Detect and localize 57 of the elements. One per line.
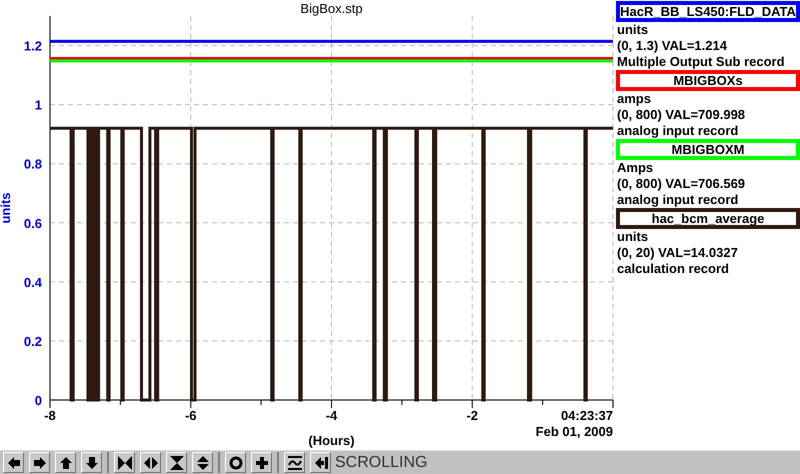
legend-value: (0, 20) VAL=14.0327 bbox=[616, 245, 739, 261]
legend-units: units bbox=[616, 229, 650, 245]
y-tick-label: 0.6 bbox=[24, 216, 42, 231]
down-icon bbox=[84, 454, 100, 470]
right-icon bbox=[32, 454, 48, 470]
y-tick-label: 0.2 bbox=[24, 334, 42, 349]
legend-record-type: analog input record bbox=[616, 192, 740, 208]
legend-units: Amps bbox=[616, 160, 654, 176]
wave-button[interactable] bbox=[284, 452, 305, 473]
up-icon bbox=[58, 454, 74, 470]
left-button[interactable] bbox=[3, 452, 24, 473]
status-text: SCROLLING bbox=[335, 452, 428, 472]
chart-title: BigBox.stp bbox=[300, 1, 363, 16]
y-tick-label: 0.4 bbox=[24, 274, 42, 290]
y-tick-label: 0 bbox=[34, 393, 42, 408]
x-tick-label: 04:23:37 bbox=[560, 408, 613, 423]
left-icon bbox=[6, 454, 22, 470]
shrink-h-button[interactable] bbox=[114, 452, 135, 473]
x-tick-label: -6 bbox=[184, 408, 197, 423]
y-tick-label: 1 bbox=[34, 98, 42, 113]
legend-units: amps bbox=[616, 91, 652, 107]
shrink-v-button[interactable] bbox=[166, 452, 187, 473]
shrink-h-icon bbox=[116, 454, 132, 470]
expand-h-button[interactable] bbox=[140, 452, 161, 473]
x-tick-label: -2 bbox=[466, 408, 478, 423]
down-button[interactable] bbox=[81, 452, 102, 473]
legend-record-type: Multiple Output Sub record bbox=[616, 54, 786, 70]
y-tick-label: 0.8 bbox=[24, 156, 42, 172]
legend-header: MBIGBOXs bbox=[616, 70, 800, 91]
legend-record-type: calculation record bbox=[616, 261, 730, 277]
y-tick-label: 1.2 bbox=[24, 38, 42, 54]
plus-icon bbox=[254, 454, 270, 470]
circle-button[interactable] bbox=[225, 452, 246, 473]
x-tick-label: -8 bbox=[44, 408, 56, 423]
x-tick-label: -4 bbox=[326, 408, 338, 423]
shrink-v-icon bbox=[168, 454, 184, 470]
rewind-button[interactable] bbox=[310, 452, 331, 473]
up-button[interactable] bbox=[55, 452, 76, 473]
expand-v-icon bbox=[194, 454, 210, 470]
expand-h-icon bbox=[142, 454, 158, 470]
legend-units: units bbox=[616, 22, 650, 38]
legend-value: (0, 800) VAL=706.569 bbox=[616, 176, 746, 192]
right-button[interactable] bbox=[29, 452, 50, 473]
legend-header: hac_bcm_average bbox=[616, 208, 800, 229]
legend-record-type: analog input record bbox=[616, 123, 740, 139]
rewind-icon bbox=[312, 454, 328, 470]
x-axis-label: (Hours) bbox=[308, 433, 355, 448]
y-axis-label: units bbox=[0, 192, 13, 224]
expand-v-button[interactable] bbox=[192, 452, 213, 473]
date-label: Feb 01, 2009 bbox=[536, 424, 613, 439]
wave-icon bbox=[286, 454, 302, 470]
legend-value: (0, 800) VAL=709.998 bbox=[616, 107, 746, 123]
legend-header: MBIGBOXM bbox=[616, 139, 800, 160]
plus-button[interactable] bbox=[251, 452, 272, 473]
legend-value: (0, 1.3) VAL=1.214 bbox=[616, 38, 728, 54]
legend-header: HacR_BB_LS450:FLD_DATA bbox=[616, 1, 800, 22]
circle-icon bbox=[228, 454, 244, 470]
